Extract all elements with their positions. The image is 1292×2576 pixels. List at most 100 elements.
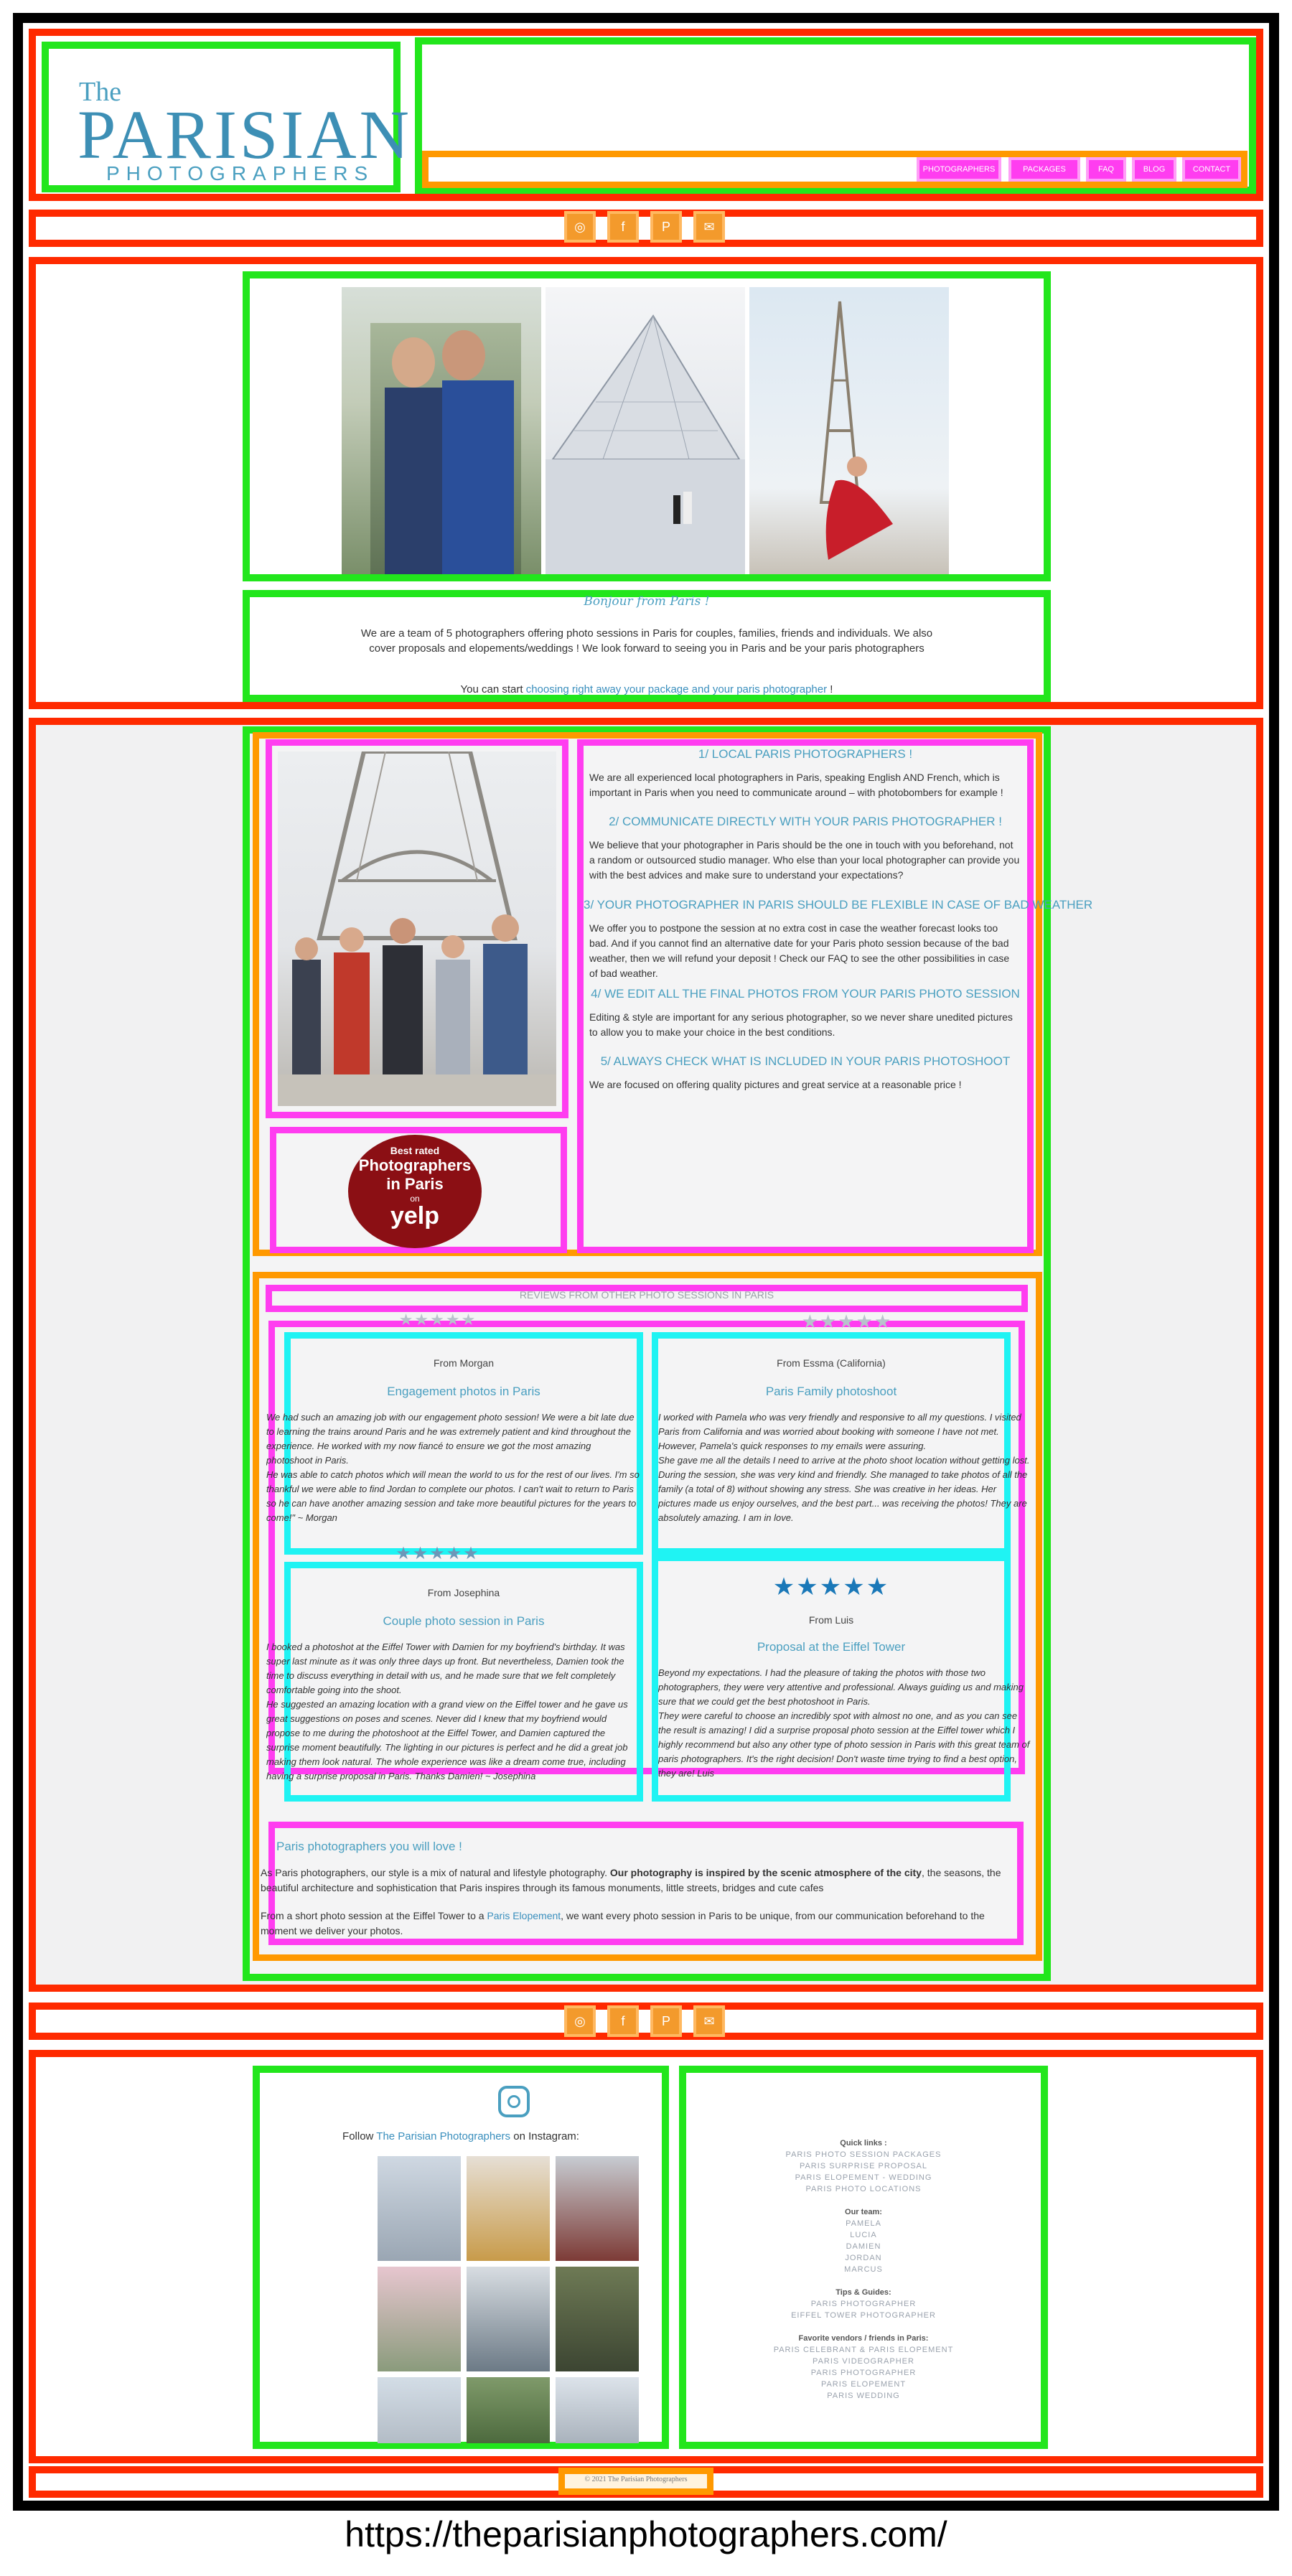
intro-cta-prefix: You can start — [460, 683, 526, 695]
review-2-stars: ★★★★★ — [801, 1311, 893, 1332]
yelp-badge-frame: Best rated Photographers in Paris on yel… — [270, 1127, 567, 1253]
yelp-badge[interactable]: Best rated Photographers in Paris on yel… — [348, 1135, 482, 1248]
instagram-prefix: Follow — [342, 2130, 377, 2142]
review-3-stars: ★★★★★ — [395, 1544, 480, 1563]
point-1-title: 1/ LOCAL PARIS PHOTOGRAPHERS ! — [698, 747, 913, 761]
insta-photo-8[interactable] — [467, 2377, 550, 2443]
love-title: Paris photographers you will love ! — [276, 1840, 462, 1853]
points-box: 1/ LOCAL PARIS PHOTOGRAPHERS ! We are al… — [577, 739, 1093, 1253]
point-4-text: Editing & style are important for any se… — [589, 1011, 1013, 1038]
tips-link-1[interactable]: PARIS PHOTOGRAPHER — [686, 2298, 1041, 2310]
badge-line2: Photographers — [358, 1156, 472, 1174]
instagram-icon-bottom[interactable]: ◎ — [564, 2005, 596, 2037]
social-bar-top — [29, 210, 1263, 247]
nav-contact[interactable]: CONTACT — [1182, 157, 1241, 182]
quick-link-4[interactable]: PARIS PHOTO LOCATIONS — [686, 2183, 1041, 2195]
love-p2-start: From a short photo session at the Eiffel… — [261, 1910, 487, 1921]
instagram-follow: Follow The Parisian Photographers on Ins… — [260, 2130, 662, 2142]
point-1-text: We are all experienced local photographe… — [589, 772, 1003, 798]
insta-photo-9[interactable] — [556, 2377, 639, 2443]
instagram-logo-icon[interactable] — [498, 2086, 530, 2117]
love-p1-start: As Paris photographers, our style is a m… — [261, 1867, 610, 1878]
intro-cta-link[interactable]: choosing right away your package and you… — [526, 683, 827, 695]
review-4-from: From Luis — [808, 1614, 854, 1626]
nav-packages[interactable]: PACKAGES — [1008, 157, 1080, 182]
instagram-icon[interactable]: ◎ — [564, 211, 596, 243]
vendor-link-2[interactable]: PARIS VIDEOGRAPHER — [686, 2356, 1041, 2367]
quick-link-2[interactable]: PARIS SURPRISE PROPOSAL — [686, 2160, 1041, 2172]
nav-faq[interactable]: FAQ — [1086, 157, 1126, 182]
review-2-text: I worked with Pamela who was very friend… — [658, 1412, 1030, 1523]
team-heading: Our team: — [845, 2208, 882, 2216]
logo-box[interactable]: The PARISIAN PHOTOGRAPHERS — [42, 42, 409, 192]
review-3-title: Couple photo session in Paris — [383, 1614, 545, 1628]
intro-cta-suffix: ! — [827, 683, 833, 695]
team-link-3[interactable]: DAMIEN — [686, 2241, 1041, 2252]
hero-photo-couple — [342, 287, 541, 574]
point-2-title: 2/ COMMUNICATE DIRECTLY WITH YOUR PARIS … — [609, 815, 1002, 828]
vendor-link-1[interactable]: PARIS CELEBRANT & PARIS ELOPEMENT — [686, 2344, 1041, 2356]
insta-photo-7[interactable] — [378, 2377, 461, 2443]
vendor-link-4[interactable]: PARIS ELOPEMENT — [686, 2379, 1041, 2390]
vendor-link-3[interactable]: PARIS PHOTOGRAPHER — [686, 2367, 1041, 2379]
instagram-suffix: on Instagram: — [510, 2130, 579, 2142]
insta-photo-6[interactable] — [556, 2267, 639, 2371]
quick-link-1[interactable]: PARIS PHOTO SESSION PACKAGES — [686, 2149, 1041, 2160]
nav-photographers[interactable]: PHOTOGRAPHERS — [917, 157, 1001, 182]
reviews-heading-frame: REVIEWS FROM OTHER PHOTO SESSIONS IN PAR… — [266, 1285, 1028, 1312]
vendor-link-5[interactable]: PARIS WEDDING — [686, 2390, 1041, 2402]
intro-cta: You can start choosing right away your p… — [350, 682, 943, 697]
team-link-1[interactable]: PAMELA — [686, 2218, 1041, 2229]
reviews-heading: REVIEWS FROM OTHER PHOTO SESSIONS IN PAR… — [519, 1289, 774, 1301]
review-card-1: From Morgan Engagement photos in Paris W… — [266, 1332, 643, 1555]
love-p1: As Paris photographers, our style is a m… — [261, 1865, 1019, 1896]
footer-links-column: Quick links : PARIS PHOTO SESSION PACKAG… — [686, 2137, 1041, 2402]
nav-blog[interactable]: BLOG — [1132, 157, 1176, 182]
yelp-logo: yelp — [390, 1202, 440, 1230]
intro-box: Bonjour from Paris ! We are a team of 5 … — [243, 590, 1051, 702]
url-caption: https://theparisianphotographers.com/ — [345, 2514, 947, 2554]
facebook-icon-bottom[interactable]: f — [607, 2005, 639, 2037]
vendors-heading: Favorite vendors / friends in Paris: — [798, 2334, 929, 2343]
quick-links-heading: Quick links : — [840, 2139, 887, 2148]
review-4-title: Proposal at the Eiffel Tower — [757, 1640, 906, 1654]
love-p2-link[interactable]: Paris Elopement — [487, 1910, 561, 1921]
review-2-title: Paris Family photoshoot — [765, 1385, 897, 1398]
team-link-4[interactable]: JORDAN — [686, 2252, 1041, 2264]
hero-gallery — [243, 271, 1051, 581]
love-p1-bold: Our photography is inspired by the sceni… — [609, 1867, 922, 1878]
point-5-text: We are focused on offering quality pictu… — [589, 1079, 962, 1090]
pinterest-icon-bottom[interactable]: P — [650, 2005, 682, 2037]
logo-subtitle: PHOTOGRAPHERS — [106, 162, 375, 184]
love-box: Paris photographers you will love ! As P… — [261, 1822, 1024, 1945]
copyright-frame: © 2021 The Parisian Photographers — [558, 2468, 713, 2495]
pinterest-icon[interactable]: P — [650, 211, 682, 243]
nav-bar: PHOTOGRAPHERS PACKAGES FAQ BLOG CONTACT — [422, 151, 1247, 188]
insta-photo-5[interactable] — [467, 2267, 550, 2371]
review-2-from: From Essma (California) — [777, 1357, 886, 1369]
instagram-link[interactable]: The Parisian Photographers — [376, 2130, 510, 2142]
insta-photo-2[interactable] — [467, 2156, 550, 2261]
mail-icon-bottom[interactable]: ✉ — [693, 2005, 725, 2037]
quick-link-3[interactable]: PARIS ELOPEMENT - WEDDING — [686, 2172, 1041, 2183]
team-link-5[interactable]: MARCUS — [686, 2264, 1041, 2275]
facebook-icon[interactable]: f — [607, 211, 639, 243]
point-3-title: 3/ YOUR PHOTOGRAPHER IN PARIS SHOULD BE … — [584, 898, 1093, 912]
tips-link-2[interactable]: EIFFEL TOWER PHOTOGRAPHER — [686, 2310, 1041, 2321]
badge-line3: in Paris — [386, 1175, 444, 1193]
intro-heading: Bonjour from Paris ! — [584, 594, 710, 609]
review-4-stars: ★★★★★ — [772, 1573, 890, 1601]
mail-icon[interactable]: ✉ — [693, 211, 725, 243]
team-link-2[interactable]: LUCIA — [686, 2229, 1041, 2241]
point-4-title: 4/ WE EDIT ALL THE FINAL PHOTOS FROM YOU… — [591, 987, 1020, 1001]
team-photo — [278, 751, 556, 1106]
footer-links: Quick links : PARIS PHOTO SESSION PACKAG… — [679, 2066, 1048, 2449]
insta-photo-1[interactable] — [378, 2156, 461, 2261]
social-bar-bottom — [29, 2003, 1263, 2040]
review-1-stars: ★★★★★ — [398, 1311, 477, 1329]
insta-photo-3[interactable] — [556, 2156, 639, 2261]
team-photo-frame — [266, 739, 568, 1118]
review-4-text: Beyond my expectations. I had the pleasu… — [658, 1667, 1030, 1779]
review-1-text: We had such an amazing job with our enga… — [266, 1412, 640, 1523]
insta-photo-4[interactable] — [378, 2267, 461, 2371]
